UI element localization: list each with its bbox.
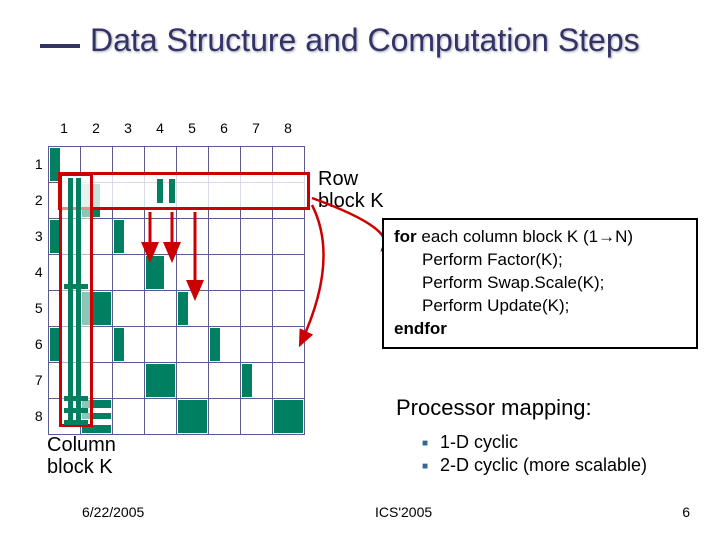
processor-mapping-heading: Processor mapping: xyxy=(396,395,592,421)
row-block-label-text: Row block K xyxy=(318,168,384,212)
footer-page-number: 6 xyxy=(682,504,690,520)
row-header: 2 xyxy=(30,182,48,218)
algo-line: endfor xyxy=(394,318,686,341)
row-block-highlight xyxy=(58,172,310,210)
column-block-highlight xyxy=(59,173,93,427)
algorithm-box: for each column block K (1→N) Perform Fa… xyxy=(382,218,698,349)
processor-mapping-list: ■1-D cyclic ■2-D cyclic (more scalable) xyxy=(422,432,647,478)
list-item: ■1-D cyclic xyxy=(422,432,647,453)
col-header: 6 xyxy=(208,110,240,146)
list-item-text: 2-D cyclic (more scalable) xyxy=(440,455,647,475)
row-header: 5 xyxy=(30,290,48,326)
row-block-label: Row block K xyxy=(318,168,384,212)
col-header: 5 xyxy=(176,110,208,146)
bullet-icon: ■ xyxy=(422,461,440,472)
row-header: 3 xyxy=(30,218,48,254)
title-bar: Data Structure and Computation Steps xyxy=(0,22,720,70)
col-header: 3 xyxy=(112,110,144,146)
row-header: 7 xyxy=(30,362,48,398)
row-header: 4 xyxy=(30,254,48,290)
title-accent-line xyxy=(40,44,80,48)
algo-line: Perform Update(K); xyxy=(394,295,686,318)
row-header: 6 xyxy=(30,326,48,362)
algo-line: Perform Factor(K); xyxy=(394,249,686,272)
row-header: 8 xyxy=(30,398,48,434)
footer-date: 6/22/2005 xyxy=(82,504,144,520)
col-header: 2 xyxy=(80,110,112,146)
column-block-label: Column block K xyxy=(47,434,116,478)
row-header: 1 xyxy=(30,146,48,182)
kw-for: for xyxy=(394,227,417,246)
bullet-icon: ■ xyxy=(422,438,440,449)
list-item: ■2-D cyclic (more scalable) xyxy=(422,455,647,476)
kw-endfor: endfor xyxy=(394,319,447,338)
column-block-label-text: Column block K xyxy=(47,434,116,478)
algo-line1-rest: each column block K (1→N) xyxy=(417,227,633,246)
col-header: 7 xyxy=(240,110,272,146)
col-header: 1 xyxy=(48,110,80,146)
slide-title: Data Structure and Computation Steps xyxy=(90,22,640,59)
list-item-text: 1-D cyclic xyxy=(440,432,518,452)
algo-line: Perform Swap.Scale(K); xyxy=(394,272,686,295)
col-header: 4 xyxy=(144,110,176,146)
algo-line: for each column block K (1→N) xyxy=(394,226,686,249)
col-header: 8 xyxy=(272,110,304,146)
footer-venue: ICS'2005 xyxy=(375,504,432,520)
